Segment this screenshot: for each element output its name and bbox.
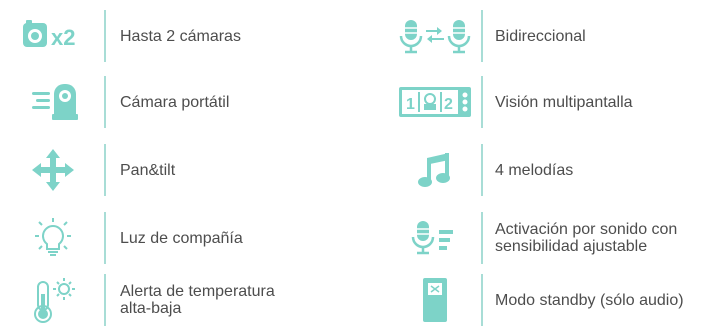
feature-label: Alerta de temperatura alta-baja: [120, 283, 275, 317]
standby-device-icon: [390, 274, 480, 326]
divider: [104, 10, 106, 62]
divider: [481, 10, 483, 62]
divider: [104, 144, 106, 196]
feature-portable-camera: Cámara portátil: [0, 76, 360, 128]
lightbulb-icon: [8, 212, 98, 264]
feature-night-light: Luz de compañía: [0, 212, 360, 264]
multiscreen-icon: 1 2: [390, 76, 480, 128]
portable-camera-icon: [8, 76, 98, 128]
divider: [481, 144, 483, 196]
divider: [481, 76, 483, 128]
pan-tilt-arrows-icon: [8, 144, 98, 196]
thermometer-icon: [8, 274, 98, 326]
feature-label: Cámara portátil: [120, 93, 230, 111]
feature-label: Pan&tilt: [120, 161, 176, 179]
divider: [481, 212, 483, 264]
feature-standby-mode: Modo standby (sólo audio): [378, 274, 723, 326]
sound-activation-icon: [390, 212, 480, 264]
feature-label: Luz de compañía: [120, 229, 243, 247]
feature-label: Modo standby (sólo audio): [495, 291, 684, 309]
divider: [481, 274, 483, 326]
feature-bidirectional: Bidireccional: [378, 10, 723, 62]
feature-label: Activación por sonido con sensibilidad a…: [495, 221, 678, 255]
svg-text:1: 1: [406, 96, 415, 113]
feature-multiscreen: 1 2 Visión multipantalla: [378, 76, 723, 128]
feature-temperature-alert: Alerta de temperatura alta-baja: [0, 274, 360, 326]
feature-label: Visión multipantalla: [495, 93, 633, 111]
feature-pan-tilt: Pan&tilt: [0, 144, 360, 196]
music-note-icon: [390, 144, 480, 196]
divider: [104, 212, 106, 264]
camera-x2-icon: x2: [8, 10, 98, 62]
divider: [104, 274, 106, 326]
feature-two-cameras: x2 Hasta 2 cámaras: [0, 10, 360, 62]
two-way-microphone-icon: [390, 10, 480, 62]
svg-text:x2: x2: [51, 25, 75, 50]
feature-sound-activation: Activación por sonido con sensibilidad a…: [378, 212, 723, 264]
svg-text:2: 2: [444, 96, 453, 113]
feature-label: Hasta 2 cámaras: [120, 27, 241, 45]
feature-label: 4 melodías: [495, 161, 574, 179]
feature-label: Bidireccional: [495, 27, 586, 45]
divider: [104, 76, 106, 128]
feature-lullabies: 4 melodías: [378, 144, 723, 196]
